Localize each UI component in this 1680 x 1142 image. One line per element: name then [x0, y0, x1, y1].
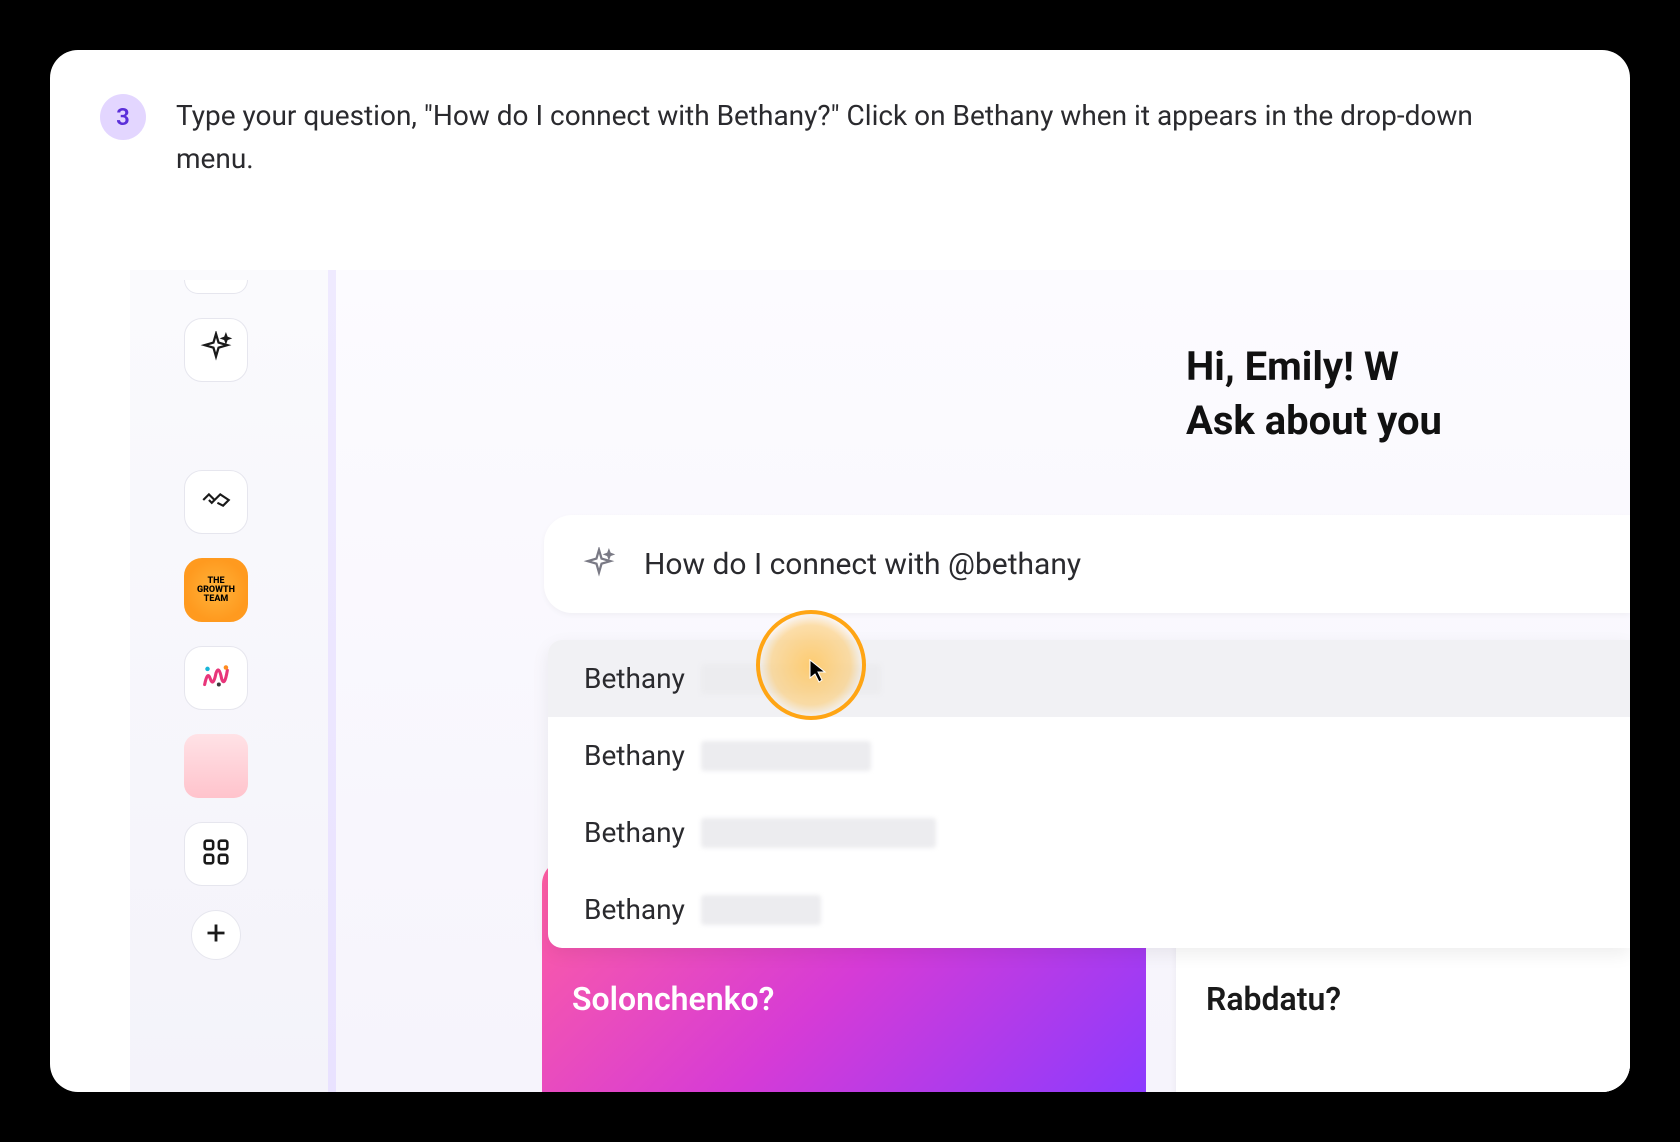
step-number-badge: 3	[100, 94, 146, 140]
question-input-value: How do I connect with @bethany	[644, 547, 1081, 582]
app-logo-icon	[199, 659, 233, 697]
rail-partial-item	[184, 280, 248, 294]
dropdown-item[interactable]: Bethany	[548, 717, 1630, 794]
tutorial-card: 3 Type your question, "How do I connect …	[50, 50, 1630, 1092]
redacted-surname	[701, 664, 881, 694]
redacted-surname	[701, 741, 871, 771]
dropdown-item[interactable]: Bethany	[548, 640, 1630, 717]
main-panel: Hi, Emily! W Ask about you How do I conn…	[336, 270, 1630, 1092]
instruction-row: 3 Type your question, "How do I connect …	[50, 50, 1630, 211]
question-input[interactable]: How do I connect with @bethany	[544, 515, 1630, 613]
mention-dropdown: Bethany Bethany Bethany Bethany	[548, 640, 1630, 948]
suggestion-card-label: Rabdatu?	[1206, 980, 1341, 1018]
dropdown-item-name: Bethany	[584, 739, 685, 772]
greeting-heading: Hi, Emily! W Ask about you	[1186, 340, 1442, 448]
plus-icon	[199, 916, 233, 954]
dropdown-item-name: Bethany	[584, 816, 685, 849]
rail-add-button[interactable]	[191, 910, 241, 960]
rail-assistant-button[interactable]	[184, 318, 248, 382]
sparkle-icon	[582, 547, 616, 581]
redacted-surname	[701, 818, 936, 848]
rail-handshake-button[interactable]	[184, 470, 248, 534]
handshake-icon	[199, 483, 233, 521]
rail-growth-team-button[interactable]: THEGROWTHTEAM	[184, 558, 248, 622]
rail-apps-grid-button[interactable]	[184, 822, 248, 886]
rail-pink-button[interactable]	[184, 734, 248, 798]
suggestion-card-label: Solonchenko?	[572, 980, 774, 1018]
nav-rail: THEGROWTHTEAM	[180, 270, 252, 960]
grid-icon	[199, 835, 233, 873]
dropdown-item[interactable]: Bethany	[548, 794, 1630, 871]
sparkle-icon	[199, 331, 233, 369]
app-screenshot: THEGROWTHTEAM	[130, 270, 1630, 1092]
growth-team-icon: THEGROWTHTEAM	[197, 577, 235, 604]
dropdown-item-name: Bethany	[584, 662, 685, 695]
instruction-text: Type your question, "How do I connect wi…	[176, 94, 1556, 181]
rail-app-button[interactable]	[184, 646, 248, 710]
redacted-surname	[701, 895, 821, 925]
rail-divider	[328, 270, 336, 1092]
dropdown-item[interactable]: Bethany	[548, 871, 1630, 948]
dropdown-item-name: Bethany	[584, 893, 685, 926]
